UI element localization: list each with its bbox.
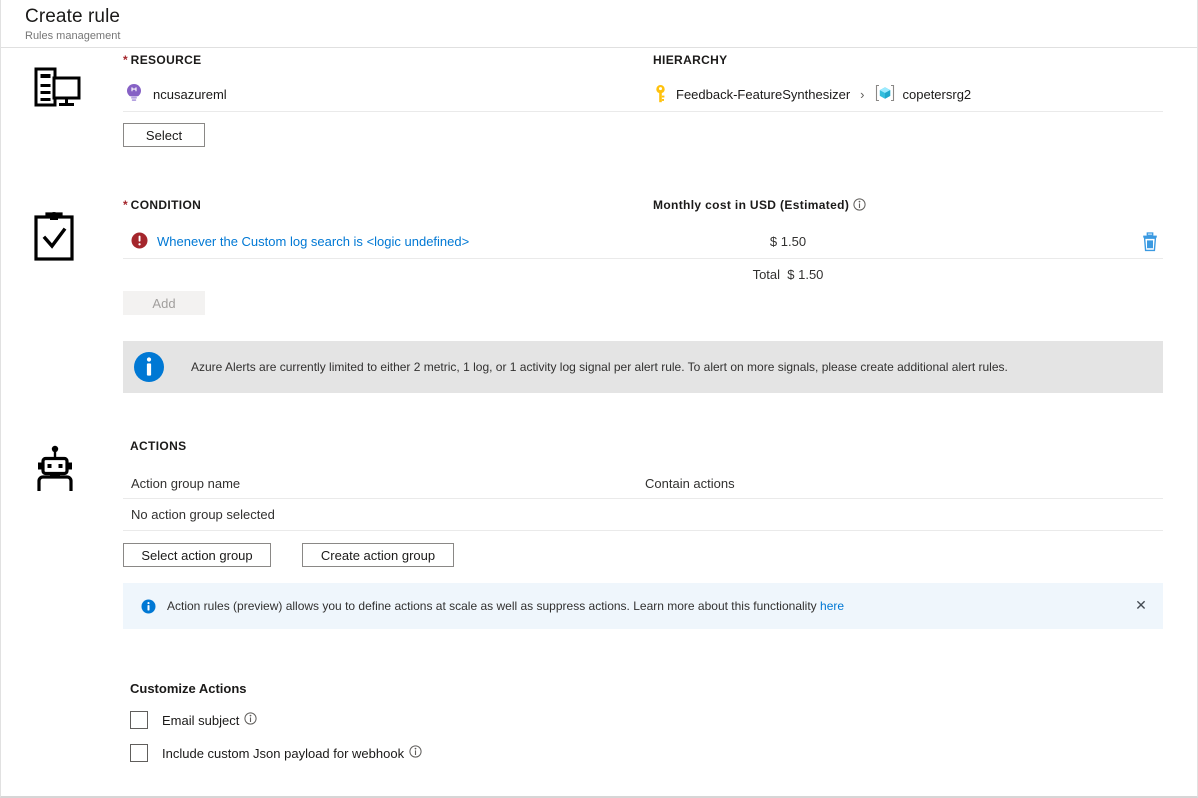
resource-row: ncusazureml Feedback-Feat bbox=[123, 78, 1163, 112]
condition-gutter bbox=[1, 193, 123, 393]
hierarchy-label: HIERARCHY bbox=[653, 53, 728, 67]
learn-more-link[interactable]: here bbox=[820, 599, 844, 613]
resource-label-col: *RESOURCE bbox=[123, 52, 653, 67]
resource-body: *RESOURCE HIERARCHY bbox=[123, 48, 1197, 147]
banner-text-before: Action rules (preview) allows you to def… bbox=[167, 599, 817, 613]
trash-icon[interactable] bbox=[1137, 228, 1163, 256]
page-title: Create rule bbox=[25, 5, 1197, 28]
resource-gutter bbox=[1, 48, 123, 147]
resource-section: *RESOURCE HIERARCHY bbox=[1, 48, 1197, 147]
total-value: $ 1.50 bbox=[787, 267, 823, 282]
resource-button-row: Select bbox=[123, 123, 1163, 147]
alert-limit-banner-text: Azure Alerts are currently limited to ei… bbox=[175, 341, 1028, 393]
error-icon bbox=[131, 232, 148, 252]
info-circle-icon bbox=[141, 599, 156, 614]
page-header: Create rule Rules management bbox=[1, 0, 1197, 48]
info-icon[interactable] bbox=[409, 745, 422, 761]
condition-text: Whenever the Custom log search is bbox=[157, 234, 363, 249]
resource-label-row: *RESOURCE HIERARCHY bbox=[123, 52, 1163, 67]
action-group-name-value: No action group selected bbox=[123, 507, 645, 522]
cost-header-col: Monthly cost in USD (Estimated) bbox=[653, 197, 1163, 214]
json-payload-label[interactable]: Include custom Json payload for webhook bbox=[162, 746, 404, 761]
customize-actions-section: Customize Actions Email subject Include … bbox=[1, 629, 1197, 768]
actions-table-header: Action group name Contain actions bbox=[123, 468, 1163, 499]
column-action-group-name: Action group name bbox=[123, 476, 645, 491]
customize-actions-title: Customize Actions bbox=[123, 681, 1197, 696]
robot-icon bbox=[32, 481, 78, 496]
actions-section: ACTIONS Action group name Contain action… bbox=[1, 439, 1197, 629]
json-payload-checkbox[interactable] bbox=[130, 744, 148, 762]
table-row: No action group selected bbox=[123, 499, 1163, 531]
email-subject-checkbox[interactable] bbox=[130, 711, 148, 729]
condition-total-row: Total $ 1.50 bbox=[123, 259, 1163, 289]
hierarchy-subscription: Feedback-FeatureSynthesizer bbox=[676, 87, 850, 102]
lightbulb-icon bbox=[126, 83, 142, 106]
alert-limit-banner: Azure Alerts are currently limited to ei… bbox=[123, 341, 1163, 393]
condition-cost-cell: $ 1.50 bbox=[653, 234, 1163, 249]
info-icon[interactable] bbox=[244, 712, 257, 728]
chevron-right-icon: › bbox=[860, 87, 864, 102]
condition-total-cell: Total $ 1.50 bbox=[653, 267, 1163, 282]
cost-header-label: Monthly cost in USD (Estimated) bbox=[653, 198, 849, 212]
resource-label: RESOURCE bbox=[131, 53, 202, 67]
column-contain-actions: Contain actions bbox=[645, 476, 1163, 491]
add-condition-button[interactable]: Add bbox=[123, 291, 205, 315]
key-icon bbox=[653, 84, 668, 106]
page-content: *RESOURCE HIERARCHY bbox=[1, 48, 1197, 768]
email-subject-label[interactable]: Email subject bbox=[162, 713, 239, 728]
page-subtitle: Rules management bbox=[25, 29, 1197, 43]
condition-total: Total $ 1.50 bbox=[653, 267, 923, 282]
action-rules-preview-banner: Action rules (preview) allows you to def… bbox=[123, 583, 1163, 629]
info-icon[interactable] bbox=[853, 198, 866, 214]
condition-link[interactable]: Whenever the Custom log search is <logic… bbox=[157, 234, 469, 249]
resource-name: ncusazureml bbox=[153, 87, 227, 102]
computer-icon bbox=[32, 100, 82, 115]
checkbox-row-json-payload[interactable]: Include custom Json payload for webhook bbox=[123, 738, 1197, 768]
condition-cost-value: $ 1.50 bbox=[653, 234, 923, 249]
condition-button-row: Add bbox=[123, 291, 1163, 315]
select-action-group-button[interactable]: Select action group bbox=[123, 543, 271, 567]
condition-text-cell[interactable]: Whenever the Custom log search is <logic… bbox=[123, 232, 653, 252]
select-resource-button[interactable]: Select bbox=[123, 123, 205, 147]
required-marker: * bbox=[123, 198, 128, 212]
checkbox-row-email-subject[interactable]: Email subject bbox=[123, 705, 1197, 735]
actions-button-row: Select action group Create action group bbox=[123, 543, 1163, 567]
hierarchy-label-col: HIERARCHY bbox=[653, 52, 1163, 67]
clipboard-check-icon bbox=[32, 251, 76, 266]
required-marker: * bbox=[123, 53, 128, 67]
condition-body: *CONDITION Monthly cost in USD (Estimate… bbox=[123, 193, 1197, 393]
create-action-group-button[interactable]: Create action group bbox=[302, 543, 454, 567]
actions-title: ACTIONS bbox=[123, 439, 1163, 453]
condition-section: *CONDITION Monthly cost in USD (Estimate… bbox=[1, 193, 1197, 393]
create-rule-page: Create rule Rules management bbox=[0, 0, 1198, 798]
hierarchy-cell: Feedback-FeatureSynthesizer › copet bbox=[653, 84, 1163, 106]
action-rules-banner-text: Action rules (preview) allows you to def… bbox=[156, 598, 844, 614]
condition-label-row: *CONDITION Monthly cost in USD (Estimate… bbox=[123, 197, 1163, 214]
info-circle-icon bbox=[123, 341, 175, 393]
condition-logic: <logic undefined> bbox=[367, 234, 470, 249]
actions-body: ACTIONS Action group name Contain action… bbox=[123, 439, 1197, 629]
condition-label: CONDITION bbox=[131, 198, 201, 212]
condition-label-col: *CONDITION bbox=[123, 197, 653, 212]
spacer bbox=[1, 393, 1197, 439]
resource-group-icon bbox=[875, 84, 895, 105]
hierarchy-resource-group: copetersrg2 bbox=[903, 87, 972, 102]
condition-row: Whenever the Custom log search is <logic… bbox=[123, 225, 1163, 259]
spacer bbox=[1, 147, 1197, 193]
close-icon[interactable]: ✕ bbox=[1131, 595, 1151, 615]
total-label: Total bbox=[753, 267, 780, 282]
actions-gutter bbox=[1, 439, 123, 629]
resource-name-cell[interactable]: ncusazureml bbox=[123, 83, 653, 106]
